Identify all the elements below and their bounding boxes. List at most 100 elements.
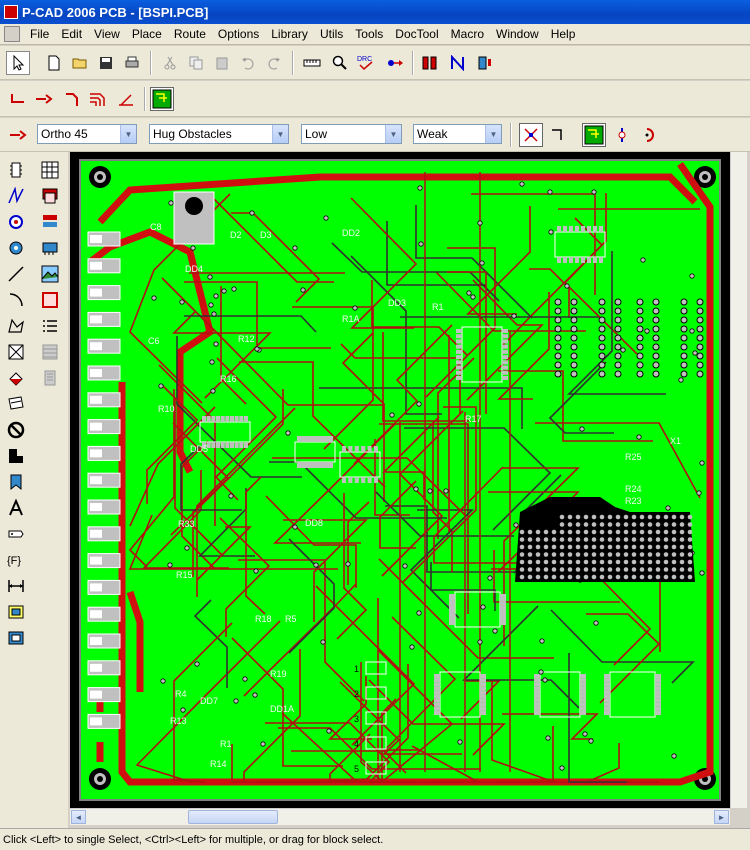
place-keepout-button[interactable] — [38, 288, 62, 312]
place-pad-round-button[interactable] — [4, 236, 28, 260]
connector-number: 5 — [354, 764, 359, 774]
bga-ball — [543, 552, 549, 557]
menu-utils[interactable]: Utils — [314, 27, 349, 41]
menu-view[interactable]: View — [88, 27, 126, 41]
menu-window[interactable]: Window — [490, 27, 545, 41]
menu-edit[interactable]: Edit — [55, 27, 88, 41]
place-connection-button[interactable] — [4, 184, 28, 208]
pcb-canvas[interactable]: C8 D2 D3 DD2 DD4 C6 R12 R1A R1 DD3 R16 R17 R25 R24 R23… — [70, 152, 730, 808]
place-fill-button[interactable] — [4, 366, 28, 390]
copy-button[interactable] — [184, 51, 208, 75]
save-button[interactable] — [94, 51, 118, 75]
place-picture-button[interactable] — [38, 262, 62, 286]
place-plane-button[interactable] — [38, 366, 62, 390]
place-field-text-button[interactable]: {F} — [4, 548, 28, 572]
horizontal-scrollbar[interactable]: ◄ ► — [70, 808, 730, 825]
manual-route-button[interactable] — [6, 87, 30, 111]
pcb-board-drawing[interactable]: C8D2 D3 DD2DD4C6 R12R1AR1DD3R16R17R25R24R23… — [70, 152, 730, 808]
zoom-button[interactable] — [328, 51, 352, 75]
place-polygon-button[interactable] — [4, 314, 28, 338]
chevron-down-icon[interactable]: ▼ — [120, 125, 136, 143]
route-mode-icon-button[interactable] — [6, 123, 30, 147]
net-color-button[interactable] — [446, 51, 470, 75]
place-pad-button[interactable] — [38, 184, 62, 208]
menu-file[interactable]: File — [24, 27, 55, 41]
place-room-button[interactable] — [4, 600, 28, 624]
place-attribute-button[interactable] — [4, 470, 28, 494]
place-cutout-button[interactable] — [4, 340, 28, 364]
place-dimension-button[interactable] — [4, 574, 28, 598]
new-file-button[interactable] — [42, 51, 66, 75]
layer-visibility-button[interactable] — [474, 51, 498, 75]
ic-pin — [604, 686, 610, 691]
menu-place[interactable]: Place — [126, 27, 168, 41]
ic-pin — [307, 462, 312, 468]
edge-pad-marker — [90, 395, 102, 404]
corner-route-button[interactable] — [545, 123, 569, 147]
chevron-down-icon[interactable]: ▼ — [385, 125, 401, 143]
place-table-button[interactable] — [38, 158, 62, 182]
menu-options[interactable]: Options — [212, 27, 265, 41]
ic-pin — [321, 436, 326, 442]
measure-button[interactable] — [300, 51, 324, 75]
menu-library[interactable]: Library — [265, 27, 314, 41]
place-arc-button[interactable] — [4, 288, 28, 312]
bga-ball — [559, 522, 565, 527]
place-testpoint-button[interactable] — [4, 626, 28, 650]
scroll-left-button[interactable]: ◄ — [71, 810, 86, 824]
document-icon[interactable] — [4, 26, 20, 42]
interactive-route-button[interactable] — [32, 87, 56, 111]
print-button[interactable] — [120, 51, 144, 75]
place-copper-pour-button[interactable] — [38, 340, 62, 364]
ic-pin — [348, 446, 353, 452]
bga-ball — [639, 567, 645, 572]
chevron-down-icon[interactable]: ▼ — [485, 125, 501, 143]
priority-select[interactable]: Low ▼ — [301, 124, 402, 144]
scroll-thumb[interactable] — [188, 810, 278, 824]
multi-trace-route-button[interactable] — [86, 87, 110, 111]
via-toggle-button[interactable] — [610, 123, 634, 147]
shove-traces-button[interactable] — [519, 123, 543, 147]
fanout-button[interactable] — [114, 87, 138, 111]
undo-button[interactable] — [236, 51, 260, 75]
dip-pad — [652, 325, 660, 333]
menu-route[interactable]: Route — [168, 27, 212, 41]
miter-icon — [66, 93, 78, 106]
obstacle-mode-select[interactable]: Hug Obstacles ▼ — [149, 124, 289, 144]
redo-button[interactable] — [262, 51, 286, 75]
place-pattern-button[interactable] — [38, 236, 62, 260]
route-board-button[interactable] — [150, 87, 174, 111]
paint-bucket-icon — [9, 372, 23, 386]
arc-route-button[interactable] — [638, 123, 662, 147]
place-via-button[interactable] — [4, 210, 28, 234]
select-tool-button[interactable] — [6, 51, 30, 75]
place-list-button[interactable] — [38, 314, 62, 338]
chevron-down-icon[interactable]: ▼ — [272, 125, 288, 143]
place-line-button[interactable] — [4, 262, 28, 286]
auto-via-button[interactable] — [582, 123, 606, 147]
miter-route-button[interactable] — [60, 87, 84, 111]
place-label-button[interactable] — [4, 522, 28, 546]
menu-tools[interactable]: Tools — [349, 27, 389, 41]
strength-select[interactable]: Weak ▼ — [413, 124, 502, 144]
paste-button[interactable] — [210, 51, 234, 75]
ortho-mode-select[interactable]: Ortho 45 ▼ — [37, 124, 137, 144]
vertical-scrollbar[interactable] — [730, 152, 747, 808]
cut-button[interactable] — [158, 51, 182, 75]
place-region-button[interactable] — [4, 444, 28, 468]
bga-ball — [527, 529, 533, 535]
menu-doctool[interactable]: DocTool — [389, 27, 444, 41]
place-copper-button[interactable] — [4, 392, 28, 416]
place-component-button[interactable] — [4, 158, 28, 182]
place-field-button[interactable] — [38, 210, 62, 234]
menu-macro[interactable]: Macro — [445, 27, 490, 41]
open-file-button[interactable] — [68, 51, 92, 75]
ic-pin — [314, 462, 319, 468]
place-text-button[interactable] — [4, 496, 28, 520]
scroll-right-button[interactable]: ► — [714, 810, 729, 824]
netlist-button[interactable] — [384, 51, 408, 75]
layer-pair-button[interactable] — [418, 51, 442, 75]
drc-button[interactable]: DRC — [354, 51, 378, 75]
place-keepout-circle-button[interactable] — [4, 418, 28, 442]
menu-help[interactable]: Help — [545, 27, 582, 41]
